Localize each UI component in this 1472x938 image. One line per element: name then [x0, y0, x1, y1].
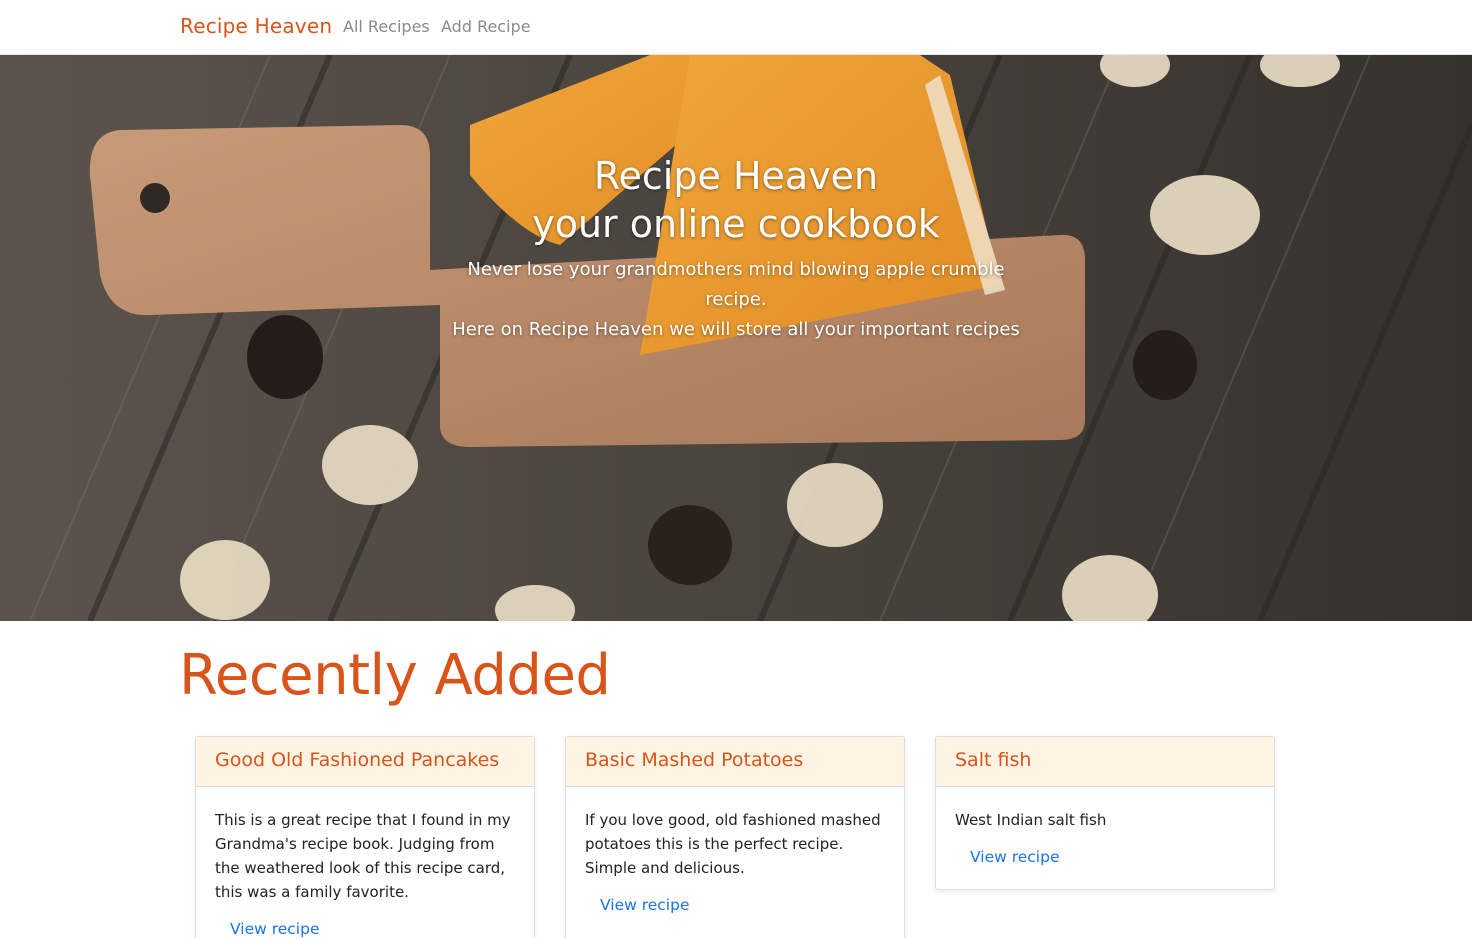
recently-added-heading: Recently Added	[179, 643, 611, 708]
nav-all-recipes[interactable]: All Recipes	[343, 17, 430, 36]
hero-banner: Recipe Heaven your online cookbook Never…	[0, 55, 1472, 621]
navbar: Recipe Heaven All Recipes Add Recipe	[0, 0, 1472, 55]
view-recipe-link[interactable]: View recipe	[600, 896, 689, 914]
card-description: This is a great recipe that I found in m…	[215, 811, 511, 901]
card-title: Salt fish	[955, 749, 1032, 771]
hero-tagline: your online cookbook	[532, 202, 940, 246]
card-header: Salt fish	[936, 737, 1274, 787]
brand-link[interactable]: Recipe Heaven	[180, 14, 332, 38]
card-body: This is a great recipe that I found in m…	[196, 787, 534, 938]
hero-title: Recipe Heaven	[593, 154, 879, 198]
recipe-card: Basic Mashed Potatoes If you love good, …	[565, 736, 905, 938]
hero-subtitle-line2: Here on Recipe Heaven we will store all …	[452, 319, 1020, 340]
card-description: If you love good, old fashioned mashed p…	[585, 811, 881, 877]
hero-subtitle-line1: Never lose your grandmothers mind blowin…	[467, 259, 1005, 310]
card-header: Good Old Fashioned Pancakes	[196, 737, 534, 787]
card-title: Basic Mashed Potatoes	[585, 749, 804, 771]
recipe-card: Salt fish West Indian salt fish View rec…	[935, 736, 1275, 890]
view-recipe-link[interactable]: View recipe	[970, 848, 1059, 866]
card-header: Basic Mashed Potatoes	[566, 737, 904, 787]
view-recipe-link[interactable]: View recipe	[230, 920, 319, 938]
card-body: If you love good, old fashioned mashed p…	[566, 787, 904, 934]
card-title: Good Old Fashioned Pancakes	[215, 749, 500, 771]
recipe-card: Good Old Fashioned Pancakes This is a gr…	[195, 736, 535, 938]
card-description: West Indian salt fish	[955, 811, 1107, 829]
card-body: West Indian salt fish View recipe	[936, 787, 1274, 886]
nav-add-recipe[interactable]: Add Recipe	[441, 17, 531, 36]
